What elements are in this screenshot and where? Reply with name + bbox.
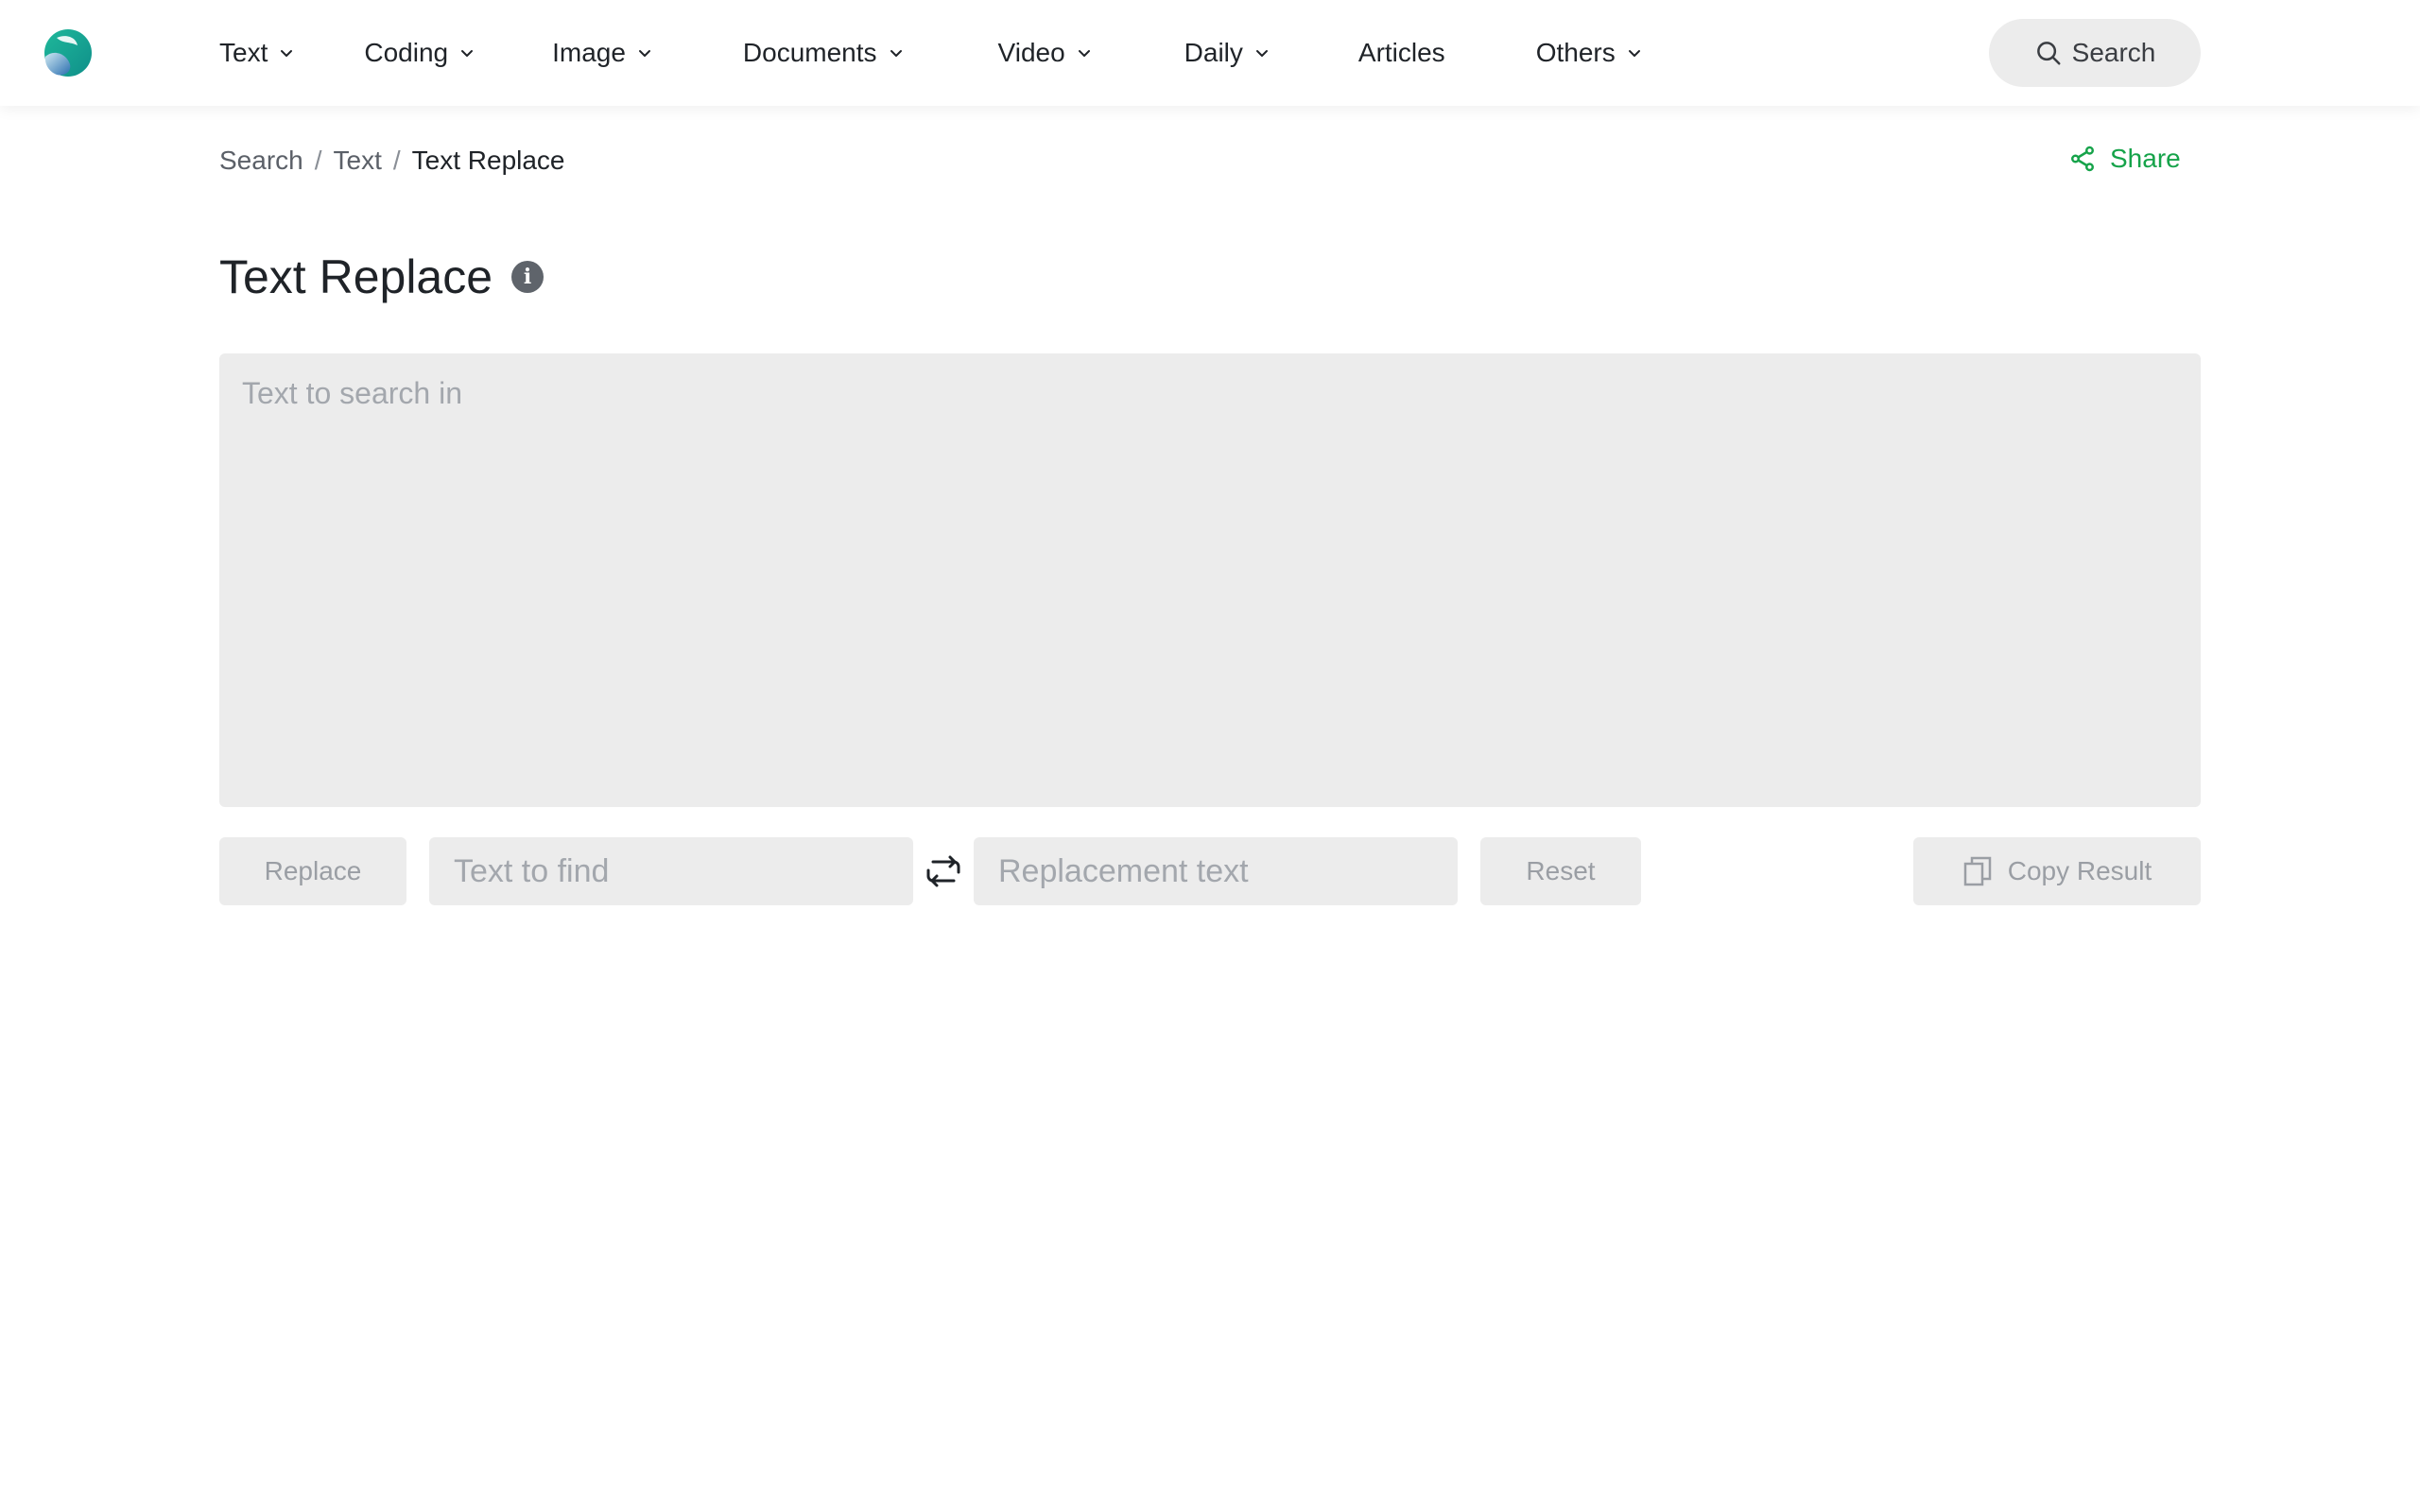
nav-item-coding[interactable]: Coding [364,38,475,68]
replacement-text-input[interactable] [974,837,1458,905]
chevron-down-icon [461,50,474,57]
copy-result-label: Copy Result [2007,856,2152,885]
search-icon [2036,42,2061,65]
breadcrumb-current: Text Replace [411,146,565,175]
share-icon [2071,146,2094,172]
nav-item-label: Text [219,38,268,67]
nav-item-label: Coding [364,38,449,67]
page-title: Text Replace [219,250,493,303]
nav-item-label: Others [1535,38,1616,67]
search-button[interactable]: Search [1989,19,2201,87]
nav-item-text[interactable]: Text [219,38,294,68]
replace-button[interactable]: Replace [219,837,406,905]
nav-item-documents[interactable]: Documents [743,38,904,68]
chevron-down-icon [890,50,902,57]
chevron-down-icon [1078,50,1090,57]
nav-item-video[interactable]: Video [998,38,1092,68]
nav-item-label: Documents [742,38,877,67]
breadcrumb-separator: / [314,146,322,175]
reset-button[interactable]: Reset [1480,837,1641,905]
nav-item-articles[interactable]: Articles [1358,38,1445,68]
chevron-down-icon [281,50,293,57]
chevron-down-icon [1255,50,1268,57]
title-row: Text Replace i [219,249,544,304]
share-button[interactable]: Share [2068,144,2181,174]
share-label: Share [2110,144,2181,173]
breadcrumb-link-search[interactable]: Search [219,146,303,176]
nav-item-daily[interactable]: Daily [1184,38,1270,68]
chevron-down-icon [638,50,650,57]
nav-item-label: Articles [1357,38,1445,67]
nav-item-label: Image [552,38,626,67]
info-icon[interactable]: i [511,261,544,293]
copy-result-button[interactable]: Copy Result [1913,837,2201,905]
breadcrumb: Search / Text / Text Replace [219,146,565,176]
breadcrumb-link-text[interactable]: Text [334,146,382,176]
copy-icon [1963,856,1991,886]
nav-item-label: Video [997,38,1065,67]
replace-controls: Replace Reset Copy Result [0,837,2420,905]
nav-item-others[interactable]: Others [1536,38,1642,68]
search-button-label: Search [2071,38,2156,67]
breadcrumb-separator: / [392,146,401,175]
info-icon-glyph: i [523,265,532,289]
chevron-down-icon [1628,50,1640,57]
brand-logo-icon[interactable] [43,28,93,77]
swap-icon[interactable] [925,854,962,888]
top-navigation-bar: Text Coding Image Documents Video Daily … [0,0,2420,106]
nav-item-image[interactable]: Image [552,38,652,68]
nav-item-label: Daily [1184,38,1243,67]
find-text-input[interactable] [429,837,913,905]
main-nav: Text Coding Image Documents Video Daily … [219,0,1642,106]
source-text-area[interactable] [219,353,2201,807]
